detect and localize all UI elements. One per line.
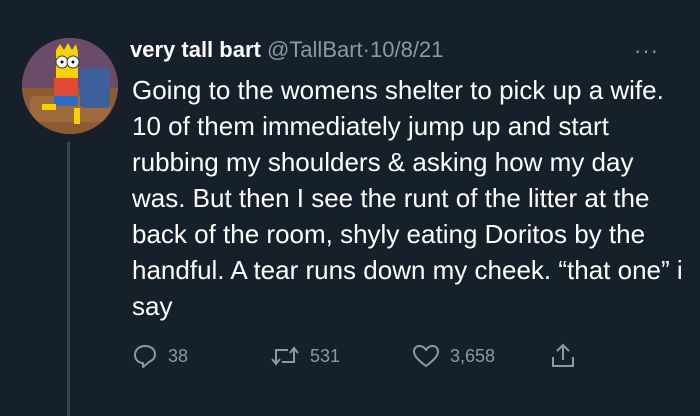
avatar[interactable] bbox=[22, 38, 118, 134]
more-icon[interactable]: ··· bbox=[634, 38, 659, 64]
tweet-date[interactable]: 10/8/21 bbox=[370, 37, 443, 62]
like-count: 3,658 bbox=[450, 345, 496, 366]
share-button[interactable] bbox=[550, 340, 576, 372]
like-button[interactable]: 3,658 bbox=[412, 340, 495, 372]
retweet-button[interactable]: 531 bbox=[270, 340, 340, 372]
display-name[interactable]: very tall bart bbox=[130, 37, 261, 62]
tweet-text: Going to the womens shelter to pick up a… bbox=[132, 75, 683, 321]
reply-button[interactable]: 38 bbox=[132, 340, 188, 372]
retweet-count: 531 bbox=[310, 345, 341, 366]
reply-count: 38 bbox=[168, 345, 189, 366]
reply-icon bbox=[134, 345, 156, 368]
separator-dot: · bbox=[362, 37, 370, 62]
share-icon bbox=[552, 343, 574, 367]
avatar-image bbox=[22, 38, 118, 134]
like-icon bbox=[413, 345, 439, 367]
user-handle[interactable]: @TallBart bbox=[267, 37, 363, 62]
tweet-header: very tall bart @TallBart·10/8/21 bbox=[130, 36, 443, 64]
thread-line bbox=[67, 142, 70, 416]
tweet-actions: 38 531 3,658 bbox=[130, 340, 590, 372]
retweet-icon bbox=[271, 346, 299, 366]
